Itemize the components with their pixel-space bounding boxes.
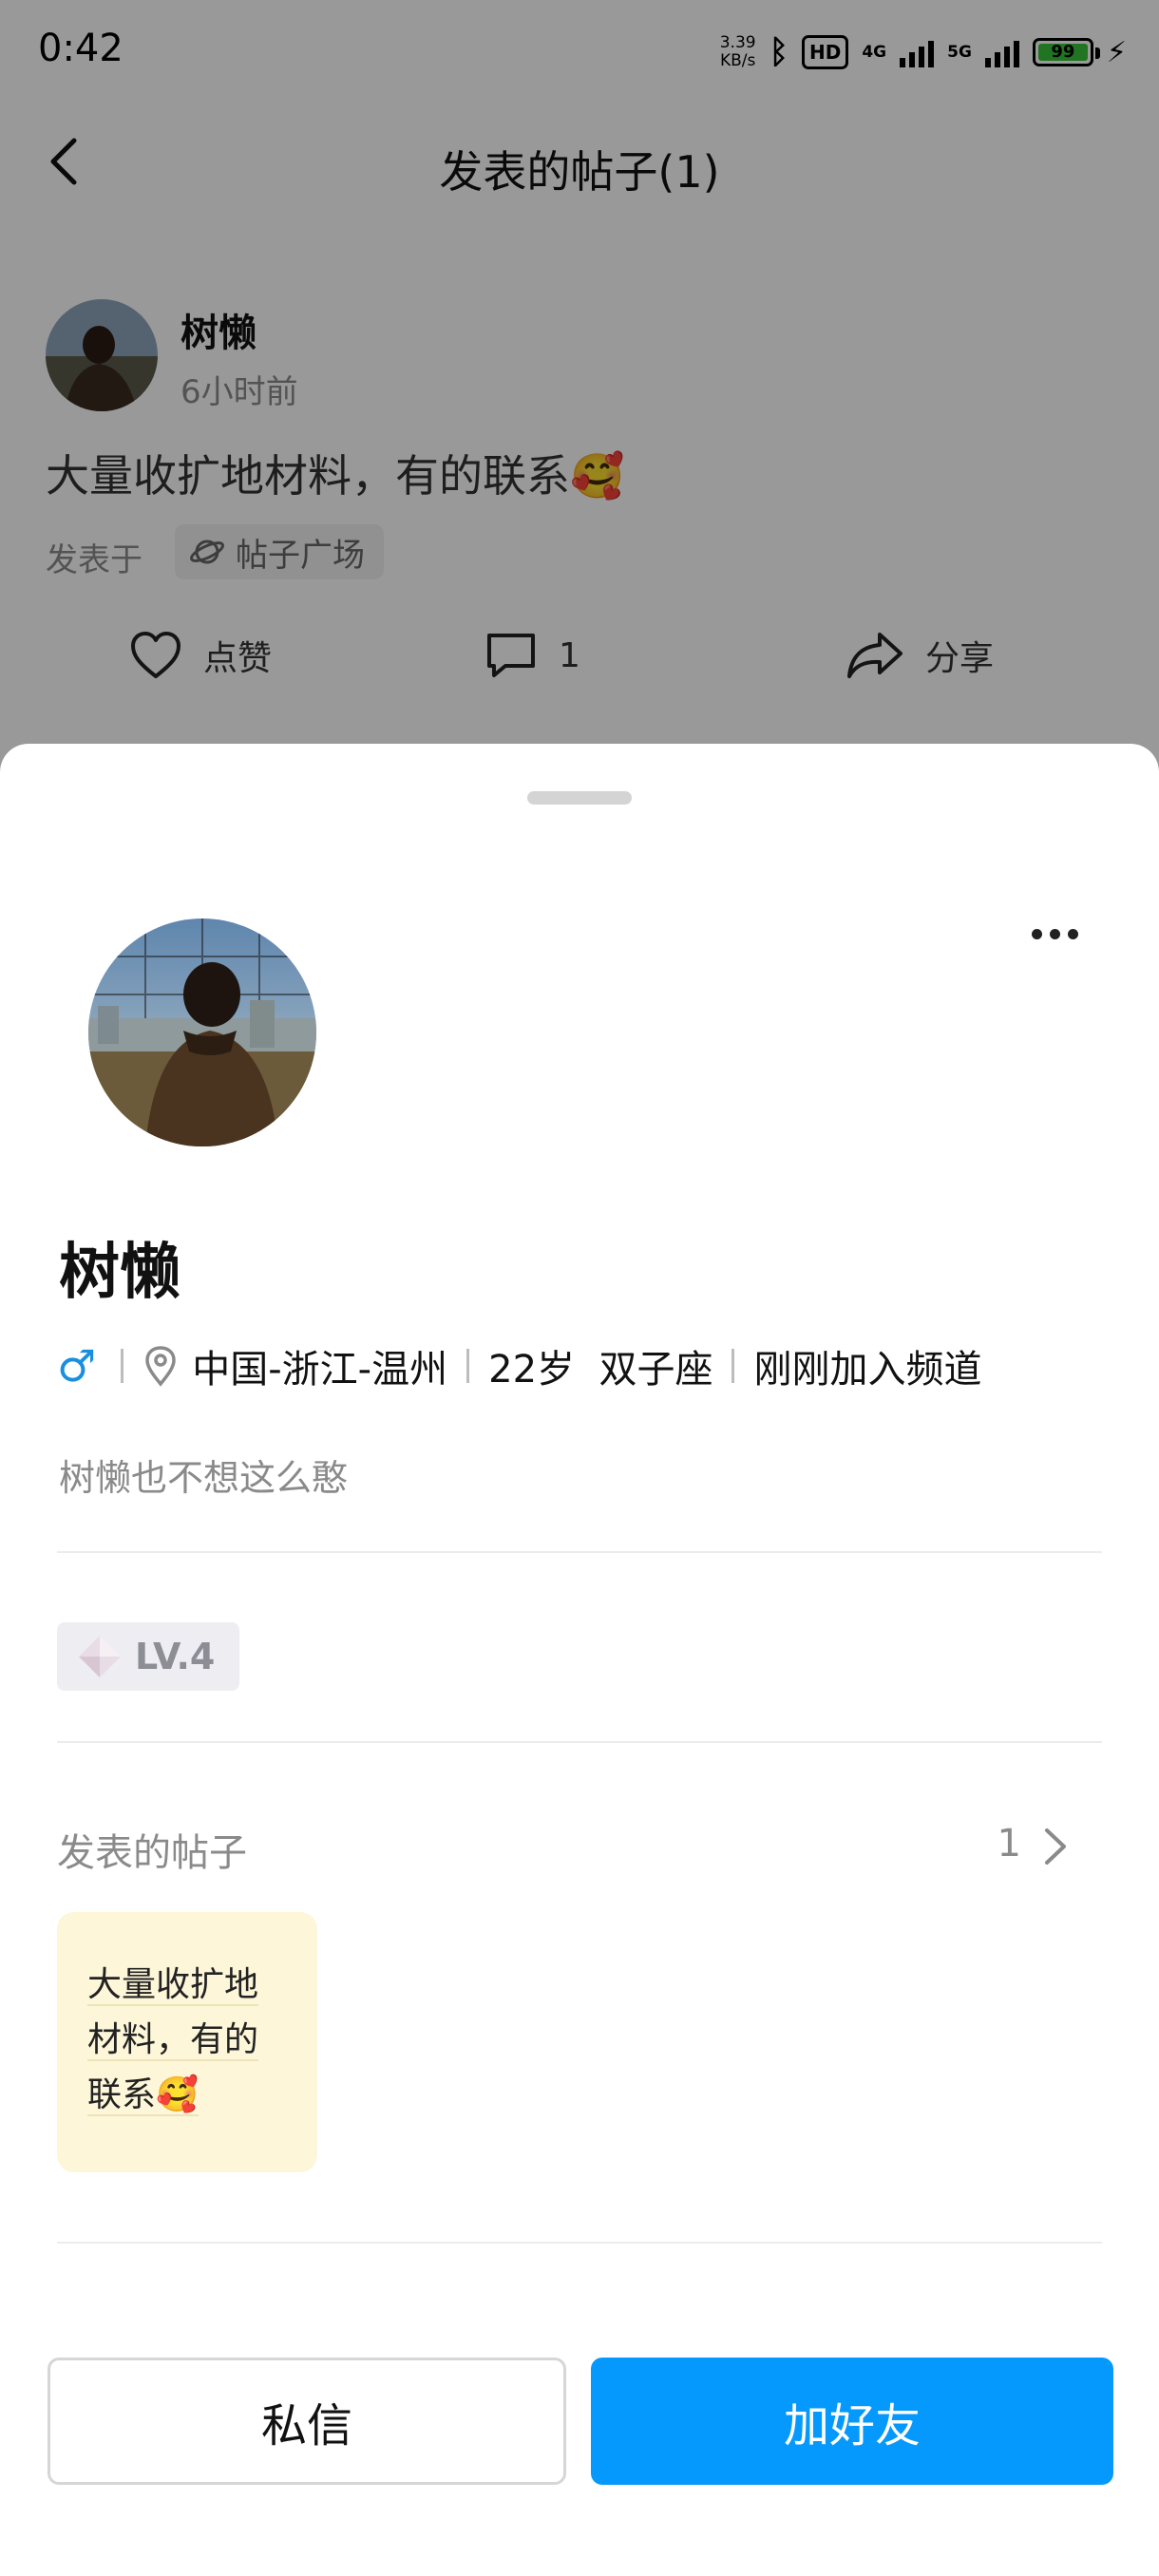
drag-handle[interactable] <box>527 791 632 805</box>
profile-avatar[interactable] <box>88 919 316 1146</box>
post-thumbnail-text: 大量收扩地 材料，有的 联系🥰 <box>87 1958 277 2123</box>
more-dots-icon <box>1031 928 1042 939</box>
location-pin-icon <box>142 1345 179 1387</box>
posts-section-header[interactable]: 发表的帖子 1 <box>57 1817 1074 1875</box>
meta-separator <box>732 1349 735 1383</box>
profile-name: 树懒 <box>59 1238 180 1308</box>
avatar-image <box>88 919 316 1146</box>
divider <box>57 1741 1102 1743</box>
profile-meta-row: ♂ 中国-浙江-温州 22岁 双子座 刚刚加入频道 <box>57 1337 981 1394</box>
bottom-action-bar: 私信 加好友 <box>0 2358 1159 2491</box>
profile-sheet: 树懒 ♂ 中国-浙江-温州 22岁 双子座 刚刚加入频道 树懒也不想这么憨 LV… <box>0 744 1159 2576</box>
add-friend-button[interactable]: 加好友 <box>591 2358 1113 2485</box>
level-badge[interactable]: LV.4 <box>57 1622 239 1691</box>
male-gender-icon: ♂ <box>57 1340 97 1392</box>
posts-count: 1 <box>997 1822 1021 1866</box>
posts-section-title: 发表的帖子 <box>57 1831 247 1875</box>
profile-bio: 树懒也不想这么憨 <box>59 1457 349 1499</box>
meta-separator <box>466 1349 470 1383</box>
chevron-right-icon <box>1045 1828 1066 1865</box>
post-thumbnail-line: 大量收扩地 <box>87 1965 259 2006</box>
profile-age-sign: 22岁 双子座 <box>488 1348 713 1392</box>
post-thumbnail-line: 材料，有的 <box>87 2020 259 2061</box>
divider <box>57 2242 1102 2244</box>
profile-location: 中国-浙江-温州 <box>192 1348 448 1392</box>
divider <box>57 1551 1102 1553</box>
diamond-icon <box>79 1636 121 1677</box>
profile-join-status: 刚刚加入频道 <box>753 1348 982 1392</box>
meta-separator <box>121 1349 124 1383</box>
post-thumbnail-line: 联系🥰 <box>87 2075 199 2116</box>
level-label: LV.4 <box>135 1636 216 1677</box>
more-options-button[interactable] <box>1016 915 1092 953</box>
post-thumbnail[interactable]: 大量收扩地 材料，有的 联系🥰 <box>57 1912 317 2172</box>
message-button[interactable]: 私信 <box>48 2358 566 2485</box>
